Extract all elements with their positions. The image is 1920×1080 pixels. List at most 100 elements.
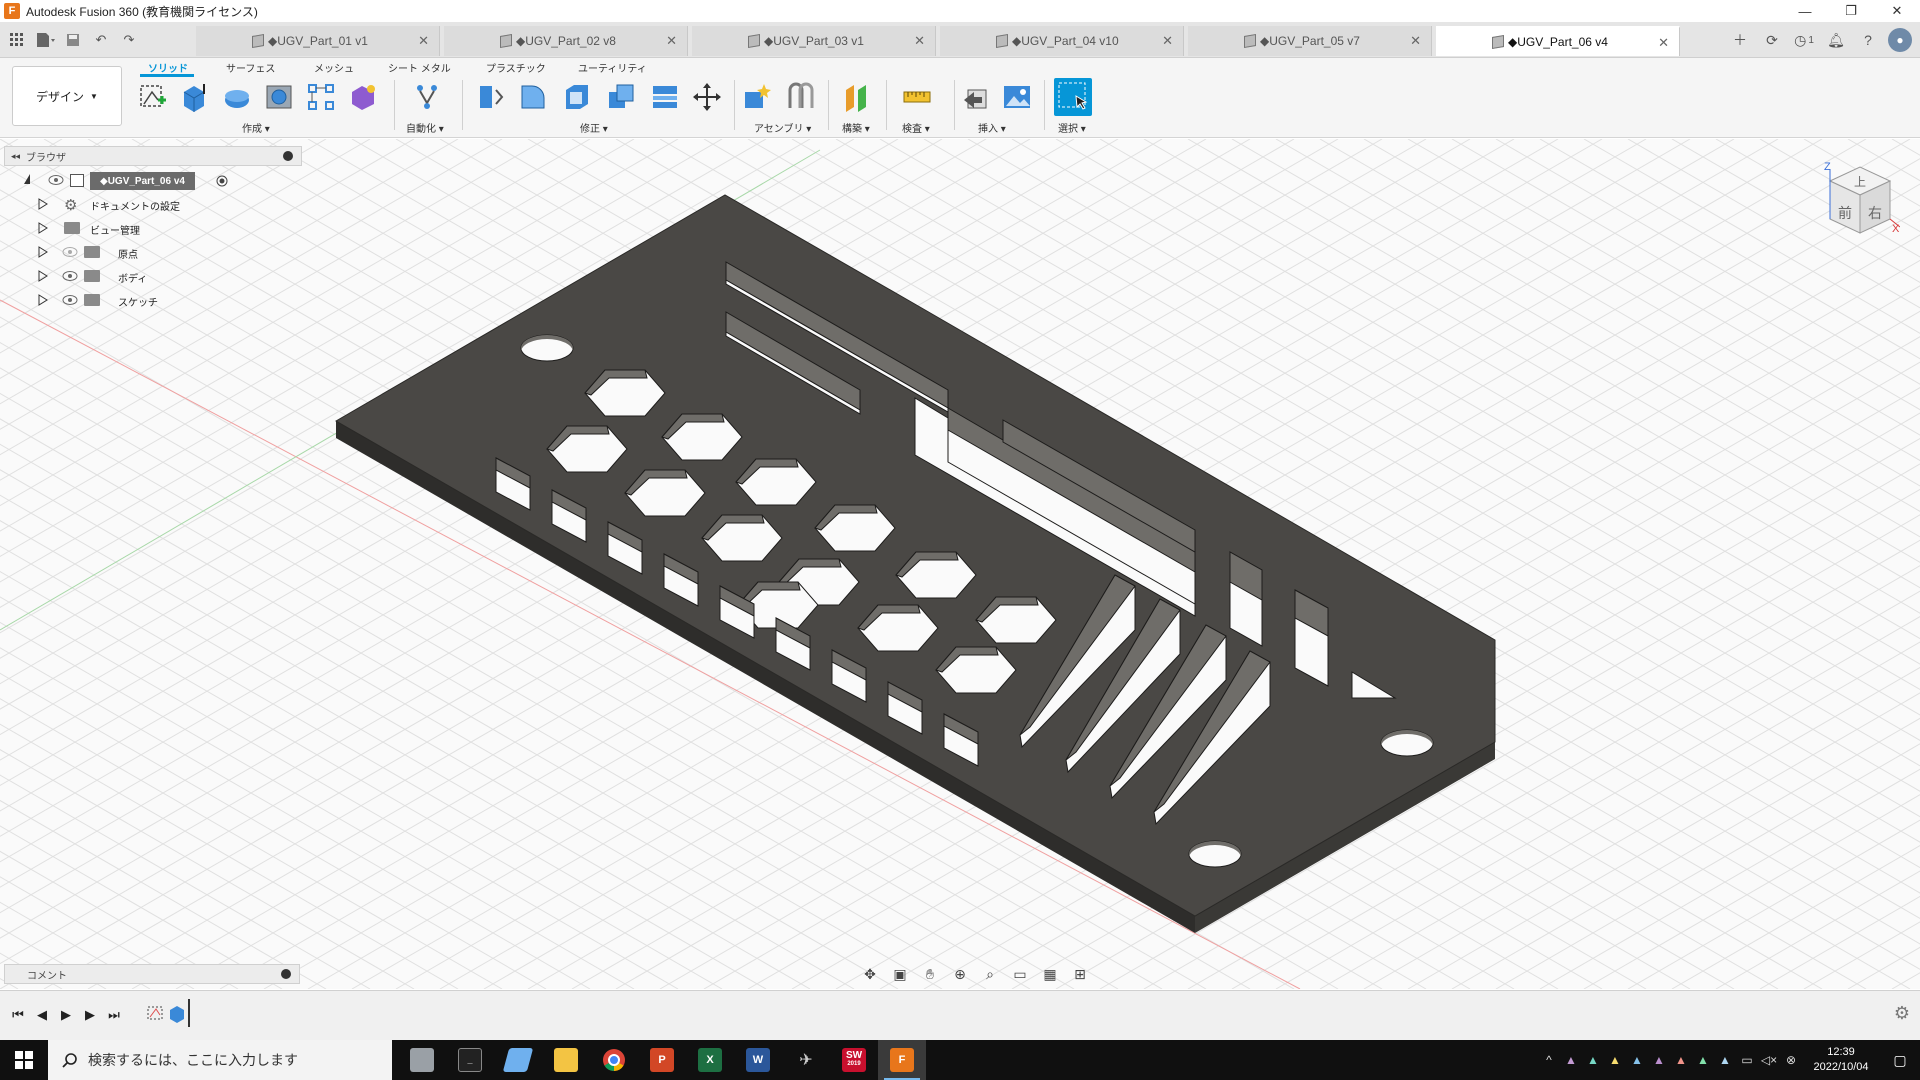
- revolve-icon[interactable]: [220, 80, 254, 114]
- create-group-label[interactable]: 作成 ▾: [242, 120, 270, 135]
- user-avatar-icon[interactable]: ●: [1888, 28, 1912, 52]
- tab-sheet-metal[interactable]: シート メタル: [388, 60, 451, 75]
- extrude-icon[interactable]: [178, 80, 212, 114]
- job-status-icon[interactable]: ◷ 1: [1792, 28, 1816, 52]
- go-to-start-icon[interactable]: ⏮: [8, 1005, 28, 1025]
- insert-derive-icon[interactable]: [960, 80, 994, 114]
- tab-close-icon[interactable]: ✕: [914, 33, 925, 49]
- tray-app-icon[interactable]: ▲: [1670, 1040, 1692, 1080]
- extrude-feature-icon[interactable]: [168, 1003, 186, 1023]
- notes-app-icon[interactable]: [494, 1040, 542, 1080]
- workspace-switcher[interactable]: デザイン ▼: [12, 66, 122, 126]
- browser-item-named-views[interactable]: ビュー管理: [4, 216, 302, 240]
- grid-settings-icon[interactable]: ▦: [1038, 963, 1062, 985]
- taskbar-clock[interactable]: 12:39 2022/10/04: [1802, 1045, 1880, 1075]
- shell-icon[interactable]: [560, 80, 594, 114]
- show-hidden-icons-icon[interactable]: ^: [1538, 1040, 1560, 1080]
- expand-triangle-icon[interactable]: [38, 294, 48, 306]
- expand-triangle-icon[interactable]: [38, 222, 48, 234]
- collapse-panel-icon[interactable]: ◂◂: [11, 151, 20, 162]
- joint-icon[interactable]: [784, 80, 818, 114]
- timeline-settings-icon[interactable]: ⚙: [1894, 1003, 1910, 1024]
- viewports-icon[interactable]: ⊞: [1068, 963, 1092, 985]
- document-tab-1[interactable]: ◆UGV_Part_01 v1 ✕: [196, 26, 440, 56]
- go-to-end-icon[interactable]: ⏭: [104, 1005, 124, 1025]
- fusion360-app-icon[interactable]: F: [878, 1040, 926, 1080]
- measure-icon[interactable]: [900, 80, 934, 114]
- document-tab-6[interactable]: ◆UGV_Part_06 v4 ✕: [1436, 26, 1680, 56]
- new-component-icon[interactable]: [740, 80, 774, 114]
- tab-close-icon[interactable]: ✕: [666, 33, 677, 49]
- tab-solid[interactable]: ソリッド: [148, 60, 188, 75]
- viewcube-front-face[interactable]: 前: [1838, 203, 1852, 223]
- close-circle-icon[interactable]: ⊗: [1780, 1040, 1802, 1080]
- timeline-marker[interactable]: [188, 999, 190, 1027]
- chrome-app-icon[interactable]: [590, 1040, 638, 1080]
- tab-utility[interactable]: ユーティリティ: [578, 60, 647, 75]
- orbit-icon[interactable]: ✥: [858, 963, 882, 985]
- help-icon[interactable]: ?: [1856, 28, 1880, 52]
- notification-center-icon[interactable]: ▢: [1880, 1040, 1920, 1080]
- minimize-button[interactable]: —: [1782, 0, 1828, 22]
- windows-start-icon[interactable]: [0, 1040, 48, 1080]
- insert-group-label[interactable]: 挿入 ▾: [978, 120, 1006, 135]
- tray-app-icon[interactable]: ▲: [1648, 1040, 1670, 1080]
- construct-group-label[interactable]: 構築 ▾: [842, 120, 870, 135]
- expand-triangle-icon[interactable]: [38, 198, 48, 210]
- step-forward-icon[interactable]: ▶︎: [80, 1005, 100, 1025]
- hole-icon[interactable]: [262, 80, 296, 114]
- automate-group-label[interactable]: 自動化 ▾: [406, 120, 444, 135]
- new-tab-icon[interactable]: ＋: [1728, 28, 1752, 52]
- tab-close-icon[interactable]: ✕: [1410, 33, 1421, 49]
- display-settings-icon[interactable]: ▭: [1008, 963, 1032, 985]
- file-menu-icon[interactable]: [34, 29, 56, 51]
- terminal-app-icon[interactable]: _: [446, 1040, 494, 1080]
- browser-root-row[interactable]: ◆UGV_Part_06 v4: [4, 170, 302, 192]
- tray-app-icon[interactable]: ▲: [1560, 1040, 1582, 1080]
- eye-hidden-icon[interactable]: [62, 246, 78, 258]
- network-icon[interactable]: ▭: [1736, 1040, 1758, 1080]
- add-comment-icon[interactable]: [281, 969, 291, 979]
- modify-group-label[interactable]: 修正 ▾: [580, 120, 608, 135]
- solidworks-app-icon[interactable]: SW 2019: [830, 1040, 878, 1080]
- tab-close-icon[interactable]: ✕: [418, 33, 429, 49]
- inspect-group-label[interactable]: 検査 ▾: [902, 120, 930, 135]
- split-body-icon[interactable]: [648, 80, 682, 114]
- game-app-icon[interactable]: ✈: [782, 1040, 830, 1080]
- expand-triangle-icon[interactable]: [38, 270, 48, 282]
- insert-canvas-icon[interactable]: [1000, 80, 1034, 114]
- eye-icon[interactable]: [62, 294, 78, 306]
- tray-app-icon[interactable]: ▲: [1626, 1040, 1648, 1080]
- tray-app-icon[interactable]: ▲: [1582, 1040, 1604, 1080]
- zoom-icon[interactable]: ⊕: [948, 963, 972, 985]
- offset-plane-icon[interactable]: [840, 80, 874, 114]
- volume-icon[interactable]: ◁×: [1758, 1040, 1780, 1080]
- press-pull-icon[interactable]: [472, 80, 506, 114]
- word-app-icon[interactable]: W: [734, 1040, 782, 1080]
- tray-app-icon[interactable]: ▲: [1604, 1040, 1626, 1080]
- viewcube-right-face[interactable]: 右: [1868, 203, 1882, 223]
- excel-app-icon[interactable]: X: [686, 1040, 734, 1080]
- document-tab-3[interactable]: ◆UGV_Part_03 v1 ✕: [692, 26, 936, 56]
- tray-app-icon[interactable]: ▲: [1714, 1040, 1736, 1080]
- comments-panel[interactable]: コメント: [4, 964, 300, 984]
- file-explorer-app-icon[interactable]: [398, 1040, 446, 1080]
- combine-icon[interactable]: [604, 80, 638, 114]
- folder-app-icon[interactable]: [542, 1040, 590, 1080]
- tab-close-icon[interactable]: ✕: [1658, 35, 1669, 51]
- expand-triangle-icon[interactable]: [38, 246, 48, 258]
- restore-button[interactable]: ❐: [1828, 0, 1874, 22]
- create-sketch-icon[interactable]: [136, 80, 170, 114]
- browser-item-origin[interactable]: 原点: [4, 240, 302, 264]
- pin-icon[interactable]: [283, 151, 293, 161]
- redo-icon[interactable]: ↷: [118, 29, 140, 51]
- select-group-label[interactable]: 選択 ▾: [1058, 120, 1086, 135]
- close-button[interactable]: ✕: [1874, 0, 1920, 22]
- browser-item-document-settings[interactable]: ⚙ ドキュメントの設定: [4, 192, 302, 216]
- viewcube[interactable]: Z X 上 前 右: [1810, 161, 1901, 251]
- tray-app-icon[interactable]: ▲: [1692, 1040, 1714, 1080]
- play-icon[interactable]: ▶︎: [56, 1005, 76, 1025]
- pan-hand-icon[interactable]: ✋︎: [918, 963, 942, 985]
- tab-surface[interactable]: サーフェス: [226, 60, 275, 75]
- create-form-icon[interactable]: [346, 80, 380, 114]
